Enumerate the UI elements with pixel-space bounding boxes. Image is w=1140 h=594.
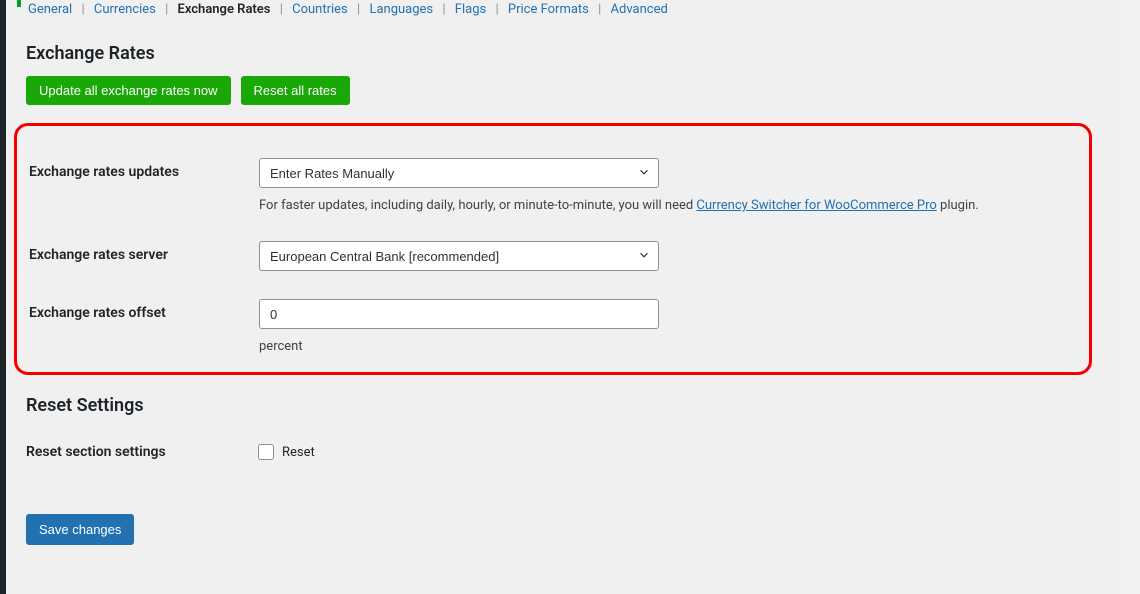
tab-sep: | — [280, 2, 283, 17]
update-rates-button[interactable]: Update all exchange rates now — [26, 76, 231, 105]
accent-strip — [17, 0, 21, 7]
tab-exchange-rates[interactable]: Exchange Rates — [176, 2, 273, 17]
section-title: Exchange Rates — [26, 43, 1120, 64]
rates-server-label: Exchange rates server — [29, 241, 259, 263]
reset-checkbox-label: Reset — [282, 445, 315, 460]
tab-currencies[interactable]: Currencies — [92, 2, 158, 17]
tab-sep: | — [357, 2, 360, 17]
field-rates-offset: Exchange rates offset percent — [17, 275, 1089, 358]
highlighted-settings: Exchange rates updates Enter Rates Manua… — [14, 123, 1092, 375]
pro-plugin-link[interactable]: Currency Switcher for WooCommerce Pro — [696, 198, 936, 213]
tab-sep: | — [598, 2, 601, 17]
tab-sep: | — [81, 2, 84, 17]
tab-sep: | — [442, 2, 445, 17]
tab-price-formats[interactable]: Price Formats — [506, 2, 591, 17]
reset-checkbox[interactable] — [258, 444, 274, 460]
main-content: General | Currencies | Exchange Rates | … — [20, 0, 1120, 545]
scrollbar[interactable] — [1120, 0, 1140, 594]
tab-sep: | — [165, 2, 168, 17]
action-buttons: Update all exchange rates now Reset all … — [26, 76, 1120, 105]
tab-flags[interactable]: Flags — [453, 2, 488, 17]
tab-countries[interactable]: Countries — [290, 2, 350, 17]
reset-settings-title: Reset Settings — [26, 395, 1120, 416]
reset-rates-button[interactable]: Reset all rates — [241, 76, 350, 105]
rates-updates-description: For faster updates, including daily, hou… — [259, 198, 1089, 213]
rates-offset-input[interactable] — [259, 299, 659, 329]
field-reset-section: Reset section settings Reset — [20, 430, 1120, 460]
tab-general[interactable]: General — [26, 2, 74, 17]
rates-offset-unit: percent — [259, 339, 1089, 354]
rates-server-select[interactable]: European Central Bank [recommended] — [259, 241, 659, 271]
settings-tabs: General | Currencies | Exchange Rates | … — [20, 2, 1120, 25]
field-rates-updates: Exchange rates updates Enter Rates Manua… — [17, 146, 1089, 217]
rates-offset-label: Exchange rates offset — [29, 299, 259, 321]
tab-sep: | — [495, 2, 498, 17]
tab-languages[interactable]: Languages — [367, 2, 435, 17]
field-rates-server: Exchange rates server European Central B… — [17, 217, 1089, 275]
save-changes-button[interactable]: Save changes — [26, 514, 134, 545]
tab-advanced[interactable]: Advanced — [609, 2, 670, 17]
rates-updates-label: Exchange rates updates — [29, 158, 259, 180]
reset-section-label: Reset section settings — [26, 444, 258, 460]
left-edge — [0, 0, 6, 594]
rates-updates-select[interactable]: Enter Rates Manually — [259, 158, 659, 188]
